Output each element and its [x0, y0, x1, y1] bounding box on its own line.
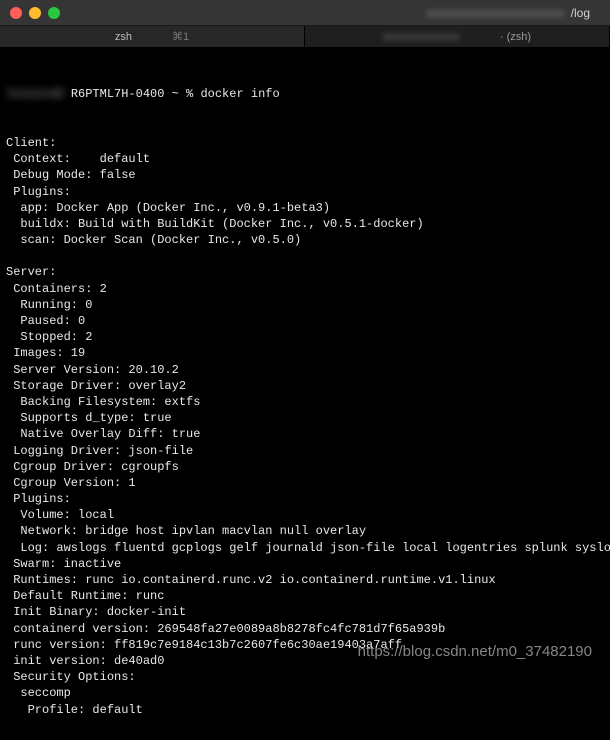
output-line: seccomp	[6, 685, 604, 701]
host-name: R6PTML7H-0400	[71, 87, 165, 101]
output-line: Logging Driver: json-file	[6, 443, 604, 459]
tab-suffix: · (zsh)	[500, 31, 531, 43]
output-line: Runtimes: runc io.containerd.runc.v2 io.…	[6, 572, 604, 588]
output-line: Server:	[6, 264, 604, 280]
output-line: Swarm: inactive	[6, 556, 604, 572]
command-output: Client: Context: default Debug Mode: fal…	[6, 135, 604, 718]
output-line: containerd version: 269548fa27e0089a8b82…	[6, 621, 604, 637]
output-line: Default Runtime: runc	[6, 588, 604, 604]
output-line: app: Docker App (Docker Inc., v0.9.1-bet…	[6, 200, 604, 216]
output-line: Cgroup Version: 1	[6, 475, 604, 491]
output-line: Stopped: 2	[6, 329, 604, 345]
output-line: Running: 0	[6, 297, 604, 313]
title-blurred-prefix: xxxxxxxxxxxxxxxxxxxxxxx	[427, 6, 565, 20]
output-line: Volume: local	[6, 507, 604, 523]
output-line: Init Binary: docker-init	[6, 604, 604, 620]
maximize-button[interactable]	[48, 7, 60, 19]
output-line: Containers: 2	[6, 281, 604, 297]
tab-label: zsh	[115, 31, 132, 43]
close-button[interactable]	[10, 7, 22, 19]
output-line: Paused: 0	[6, 313, 604, 329]
output-line: Plugins:	[6, 491, 604, 507]
output-line: Client:	[6, 135, 604, 151]
prompt-path: ~	[172, 87, 179, 101]
output-line: Debug Mode: false	[6, 167, 604, 183]
output-line: scan: Docker Scan (Docker Inc., v0.5.0)	[6, 232, 604, 248]
tab-shortcut: ⌘1	[172, 30, 189, 43]
output-line: Native Overlay Diff: true	[6, 426, 604, 442]
terminal-output[interactable]: lxxxxxxD R6PTML7H-0400 ~ % docker info C…	[0, 48, 610, 740]
output-line: Server Version: 20.10.2	[6, 362, 604, 378]
window-title: /log	[571, 6, 590, 20]
prompt-sep: %	[186, 87, 193, 101]
watermark-text: https://blog.csdn.net/m0_37482190	[358, 643, 592, 660]
output-line	[6, 248, 604, 264]
output-line: Profile: default	[6, 702, 604, 718]
prompt-command: docker info	[200, 87, 279, 101]
minimize-button[interactable]	[29, 7, 41, 19]
output-line: Network: bridge host ipvlan macvlan null…	[6, 523, 604, 539]
tab-bar: zsh ⌘1 xxxxxxxxxxxxxx · (zsh)	[0, 26, 610, 48]
output-line: Storage Driver: overlay2	[6, 378, 604, 394]
output-line: Backing Filesystem: extfs	[6, 394, 604, 410]
output-line: buildx: Build with BuildKit (Docker Inc.…	[6, 216, 604, 232]
output-line: Security Options:	[6, 669, 604, 685]
output-line: Context: default	[6, 151, 604, 167]
output-line: Cgroup Driver: cgroupfs	[6, 459, 604, 475]
output-line: Plugins:	[6, 184, 604, 200]
user-blurred: lxxxxxxD	[6, 86, 64, 102]
tab-2[interactable]: xxxxxxxxxxxxxx · (zsh)	[305, 26, 610, 47]
traffic-lights	[10, 7, 60, 19]
tab-blurred-text: xxxxxxxxxxxxxx	[383, 31, 460, 43]
tab-1[interactable]: zsh ⌘1	[0, 26, 305, 47]
window-titlebar: xxxxxxxxxxxxxxxxxxxxxxx/log	[0, 0, 610, 26]
output-line: Supports d_type: true	[6, 410, 604, 426]
output-line: Log: awslogs fluentd gcplogs gelf journa…	[6, 540, 604, 556]
prompt-line: lxxxxxxD R6PTML7H-0400 ~ % docker info	[6, 86, 604, 102]
output-line: Images: 19	[6, 345, 604, 361]
